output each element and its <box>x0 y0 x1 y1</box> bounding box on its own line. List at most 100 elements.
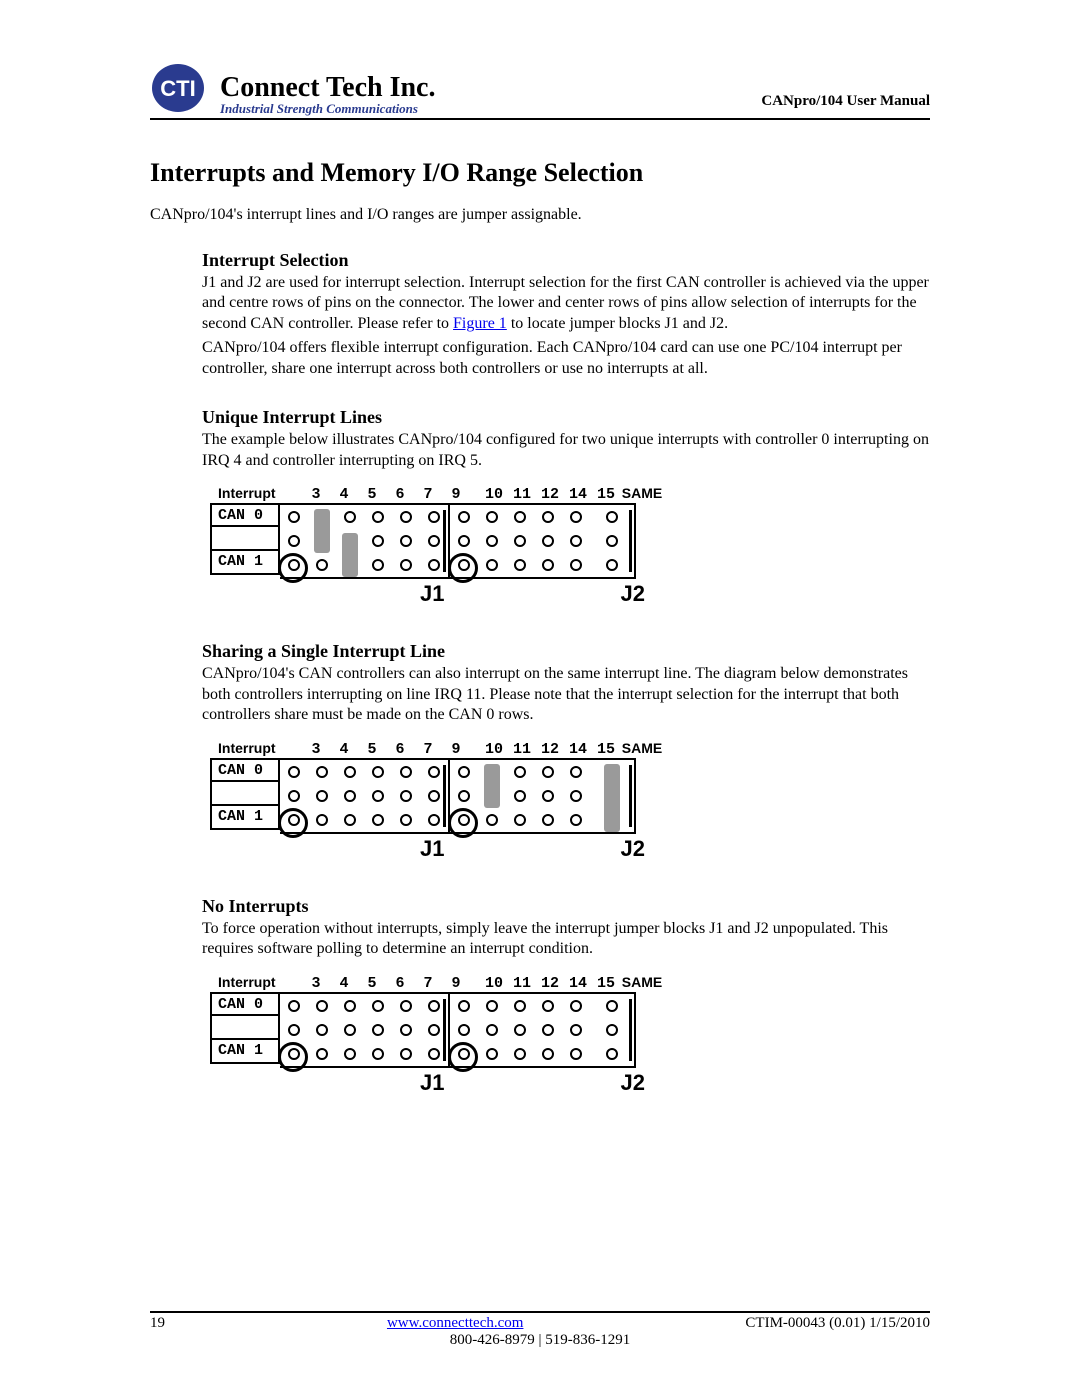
jumper-pin <box>428 814 440 826</box>
diagram-col-interrupt: Interrupt <box>210 740 302 756</box>
jumper-pin <box>542 766 554 778</box>
diagram-col: 14 <box>564 486 592 503</box>
jumper-cap <box>314 509 330 553</box>
jumper-pin <box>400 535 412 547</box>
jumper-pin <box>514 766 526 778</box>
jumper-pin <box>428 1000 440 1012</box>
diagram-tag-j1: J1 <box>420 836 444 862</box>
footer-phones: 800-426-8979 | 519-836-1291 <box>150 1332 930 1349</box>
diagram-col: 11 <box>508 741 536 758</box>
jumper-pin <box>428 559 440 571</box>
jumper-pin <box>372 1048 384 1060</box>
svg-text:CTI: CTI <box>160 76 195 101</box>
jumper-pin <box>288 766 300 778</box>
diagram-col: 7 <box>414 486 442 503</box>
page-number: 19 <box>150 1315 165 1332</box>
jumper-pin <box>344 766 356 778</box>
footer-url-link[interactable]: www.connecttech.com <box>387 1315 523 1332</box>
company-name: Connect Tech Inc. <box>220 73 435 102</box>
diagram-col: 6 <box>386 486 414 503</box>
jumper-pin <box>288 790 300 802</box>
end-bar <box>629 999 632 1061</box>
diagram-col-same: SAME <box>620 740 664 756</box>
diagram-row-can1: CAN 1 <box>210 1040 280 1064</box>
jumper-cap <box>342 533 358 577</box>
no-interrupts-heading: No Interrupts <box>202 896 930 917</box>
jumper-pin <box>542 535 554 547</box>
end-bar <box>443 765 446 827</box>
jumper-pin <box>542 559 554 571</box>
diagram-col: 4 <box>330 486 358 503</box>
diagram-row-can1: CAN 1 <box>210 806 280 830</box>
diagram-tag-j1: J1 <box>420 1070 444 1096</box>
diagram-tag-j2: J2 <box>620 581 644 607</box>
diagram-col: 4 <box>330 975 358 992</box>
jumper-pin <box>486 1048 498 1060</box>
end-bar <box>629 765 632 827</box>
jumper-pin <box>316 766 328 778</box>
jumper-pin <box>372 1000 384 1012</box>
intro-paragraph: CANpro/104's interrupt lines and I/O ran… <box>150 206 930 224</box>
jumper-pin <box>288 1024 300 1036</box>
jumper-pin <box>606 1048 618 1060</box>
sharing-interrupt-p: CANpro/104's CAN controllers can also in… <box>202 664 930 725</box>
diagram-row-can0: CAN 0 <box>210 758 280 782</box>
jumper-pin <box>428 766 440 778</box>
diagram-col: 7 <box>414 975 442 992</box>
jumper-pin <box>514 1024 526 1036</box>
diagram-col: 14 <box>564 741 592 758</box>
diagram-tag-j2: J2 <box>620 836 644 862</box>
unique-interrupt-heading: Unique Interrupt Lines <box>202 407 930 428</box>
jumper-pin <box>344 1048 356 1060</box>
jumper-pin <box>344 1000 356 1012</box>
diagram-col: 15 <box>592 975 620 992</box>
diagram-col: 5 <box>358 975 386 992</box>
jumper-pin <box>428 1024 440 1036</box>
jumper-pin <box>486 559 498 571</box>
key-pin-marker <box>448 1042 478 1072</box>
diagram-col: 10 <box>480 975 508 992</box>
jumper-pin <box>316 1024 328 1036</box>
figure-1-link[interactable]: Figure 1 <box>453 315 507 332</box>
jumper-pin <box>606 559 618 571</box>
jumper-pin <box>570 790 582 802</box>
jumper-pin <box>288 1000 300 1012</box>
diagram-col: 3 <box>302 741 330 758</box>
jumper-pin <box>344 511 356 523</box>
jumper-pin <box>458 790 470 802</box>
diagram-col: 15 <box>592 486 620 503</box>
key-pin-marker <box>278 808 308 838</box>
diagram-col: 9 <box>442 975 470 992</box>
diagram-col: 5 <box>358 486 386 503</box>
diagram-col: 12 <box>536 486 564 503</box>
diagram-col: 14 <box>564 975 592 992</box>
jumper-pin <box>514 559 526 571</box>
diagram-row-blank <box>210 527 280 551</box>
page-heading: Interrupts and Memory I/O Range Selectio… <box>150 158 930 188</box>
jumper-pin <box>288 535 300 547</box>
jumper-pin <box>570 1024 582 1036</box>
diagram-col: 11 <box>508 975 536 992</box>
diagram-col: 9 <box>442 741 470 758</box>
key-pin-marker <box>448 553 478 583</box>
jumper-cap <box>604 764 620 832</box>
key-pin-marker <box>278 553 308 583</box>
jumper-pin <box>606 535 618 547</box>
jumper-pin <box>570 1048 582 1060</box>
header-divider <box>150 118 930 120</box>
end-bar <box>443 999 446 1061</box>
end-bar <box>629 510 632 572</box>
jumper-pin <box>458 511 470 523</box>
diagram-col: 11 <box>508 486 536 503</box>
diagram-col: 15 <box>592 741 620 758</box>
jumper-pin <box>428 1048 440 1060</box>
jumper-pin <box>428 790 440 802</box>
jumper-pin <box>514 1048 526 1060</box>
jumper-pin <box>570 559 582 571</box>
jumper-pin <box>486 814 498 826</box>
jumper-pin <box>458 1000 470 1012</box>
jumper-pin <box>316 790 328 802</box>
diagram-col: 5 <box>358 741 386 758</box>
jumper-pin <box>288 511 300 523</box>
jumper-cap <box>484 764 500 808</box>
